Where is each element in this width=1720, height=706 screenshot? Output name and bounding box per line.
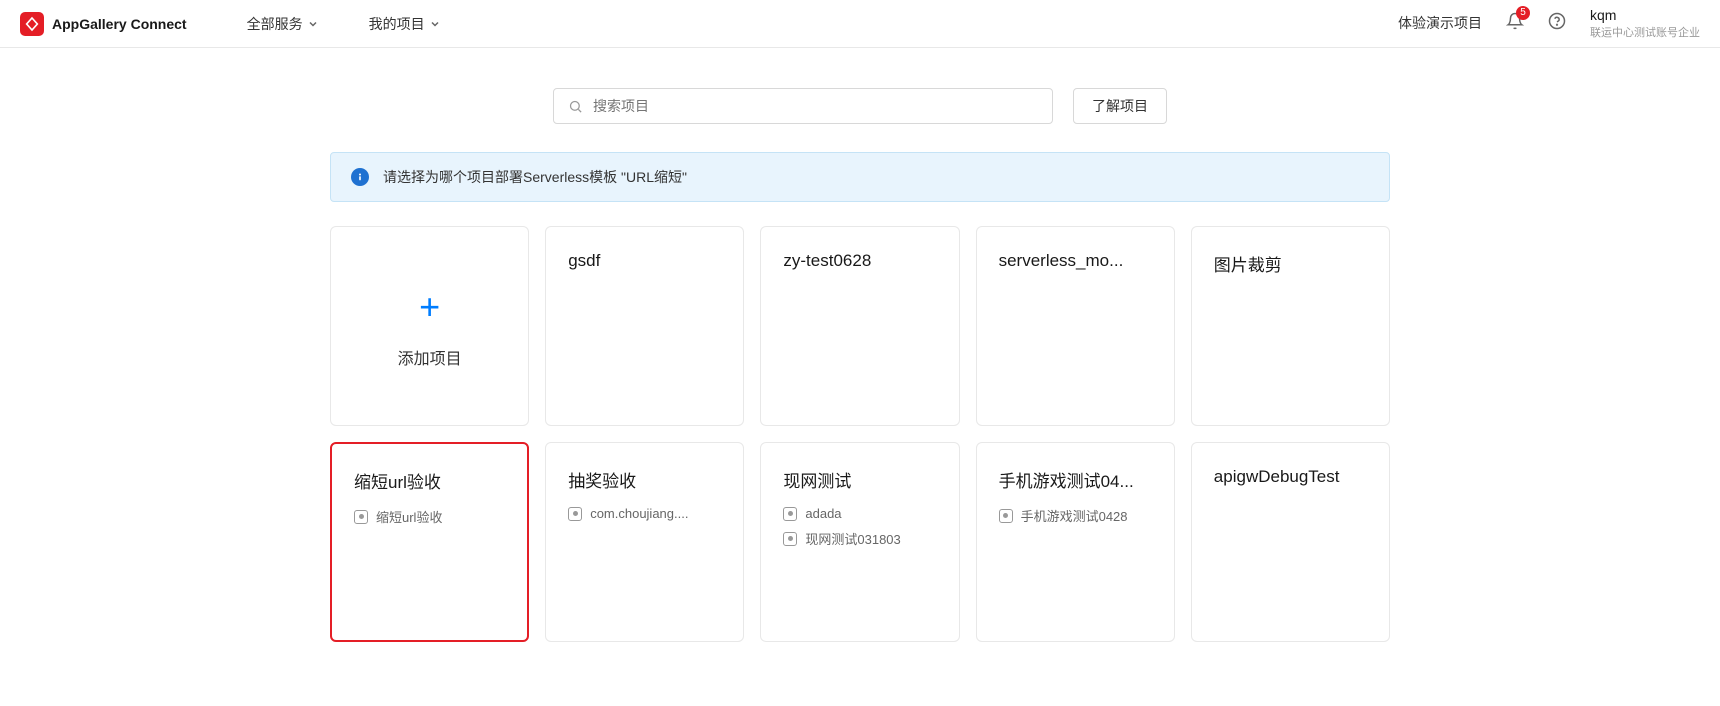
logo-section[interactable]: AppGallery Connect (20, 12, 187, 36)
help-icon (1548, 12, 1566, 30)
project-title: gsdf (568, 251, 721, 271)
project-title: serverless_mo... (999, 251, 1152, 271)
project-title: 现网测试 (783, 467, 936, 492)
project-sub-item: com.choujiang.... (568, 506, 721, 521)
header-right: 体验演示项目 5 kqm 联运中心测试账号企业 (1398, 6, 1700, 41)
demo-link[interactable]: 体验演示项目 (1398, 13, 1482, 33)
search-row: 了解项目 (330, 88, 1390, 124)
search-input[interactable] (593, 98, 1038, 114)
project-title: 抽奖验收 (568, 467, 721, 492)
header: AppGallery Connect 全部服务 我的项目 体验演示项目 5 kq… (0, 0, 1720, 48)
nav-my-projects[interactable]: 我的项目 (369, 14, 441, 34)
project-title: 图片裁剪 (1214, 251, 1367, 276)
project-sub-item: adada (783, 506, 936, 521)
app-icon (783, 532, 797, 546)
logo-icon (20, 12, 44, 36)
project-card[interactable]: 缩短url验收缩短url验收 (330, 442, 529, 642)
project-sub-label: 缩短url验收 (376, 507, 442, 526)
user-org: 联运中心测试账号企业 (1590, 26, 1700, 41)
project-sub-label: com.choujiang.... (590, 506, 688, 521)
project-sub-item: 现网测试031803 (783, 529, 936, 548)
app-icon (783, 507, 797, 521)
project-card[interactable]: serverless_mo... (976, 226, 1175, 426)
add-project-card[interactable]: + 添加项目 (330, 226, 529, 426)
learn-button[interactable]: 了解项目 (1073, 88, 1167, 124)
brand-text: AppGallery Connect (52, 16, 187, 32)
info-text: 请选择为哪个项目部署Serverless模板 "URL缩短" (383, 167, 687, 187)
project-title: apigwDebugTest (1214, 467, 1367, 487)
app-icon (999, 509, 1013, 523)
search-icon (568, 99, 583, 114)
project-card[interactable]: apigwDebugTest (1191, 442, 1390, 642)
project-title: 缩短url验收 (354, 468, 505, 493)
project-card[interactable]: 抽奖验收 com.choujiang.... (545, 442, 744, 642)
user-name: kqm (1590, 6, 1616, 26)
project-card[interactable]: 图片裁剪 (1191, 226, 1390, 426)
main: 了解项目 请选择为哪个项目部署Serverless模板 "URL缩短" + 添加… (310, 48, 1410, 662)
plus-icon: + (419, 289, 440, 325)
chevron-down-icon (429, 18, 441, 30)
project-sub-label: 手机游戏测试0428 (1021, 506, 1128, 525)
user-menu[interactable]: kqm 联运中心测试账号企业 (1590, 6, 1700, 41)
nav-label: 我的项目 (369, 14, 425, 34)
info-icon (351, 168, 369, 186)
project-sub-label: 现网测试031803 (805, 529, 900, 548)
add-label: 添加项目 (398, 345, 462, 369)
project-title: 手机游戏测试04... (999, 467, 1152, 492)
bell-badge: 5 (1516, 6, 1530, 20)
project-sub-item: 缩短url验收 (354, 507, 505, 526)
nav-all-services[interactable]: 全部服务 (247, 14, 319, 34)
project-grid: + 添加项目 gsdf zy-test0628 serverless_mo... 图片… (330, 226, 1390, 642)
help-button[interactable] (1548, 12, 1566, 35)
project-card[interactable]: zy-test0628 (760, 226, 959, 426)
nav-label: 全部服务 (247, 14, 303, 34)
project-card[interactable]: 手机游戏测试04... 手机游戏测试0428 (976, 442, 1175, 642)
notifications-button[interactable]: 5 (1506, 12, 1524, 35)
app-icon (568, 507, 582, 521)
chevron-down-icon (307, 18, 319, 30)
project-title: zy-test0628 (783, 251, 936, 271)
project-card[interactable]: gsdf (545, 226, 744, 426)
search-box[interactable] (553, 88, 1053, 124)
project-sub-item: 手机游戏测试0428 (999, 506, 1152, 525)
info-banner: 请选择为哪个项目部署Serverless模板 "URL缩短" (330, 152, 1390, 202)
nav: 全部服务 我的项目 (247, 14, 441, 34)
project-card[interactable]: 现网测试 adada 现网测试031803 (760, 442, 959, 642)
app-icon (354, 510, 368, 524)
project-sub-label: adada (805, 506, 841, 521)
